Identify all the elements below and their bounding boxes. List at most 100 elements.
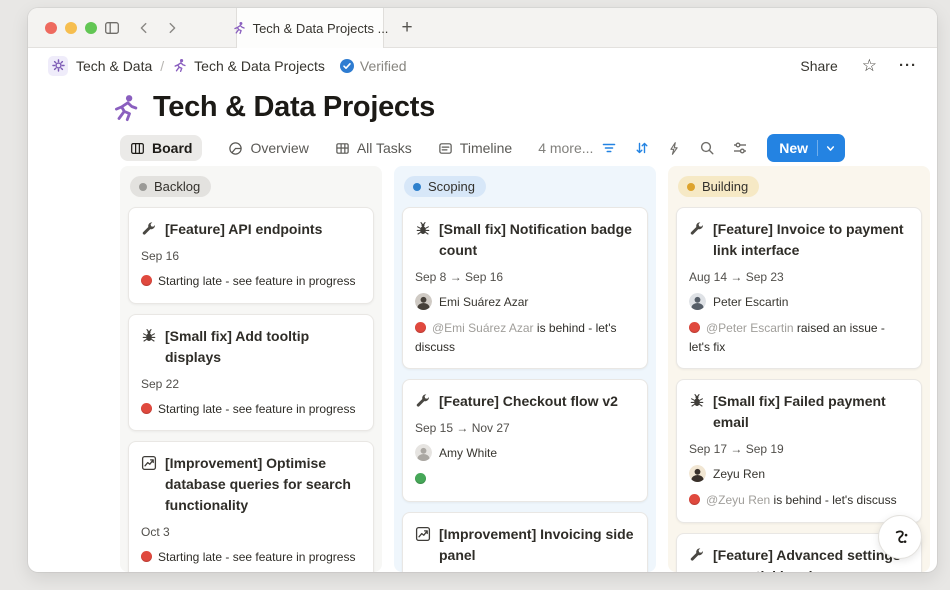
assignee-name: Peter Escartin	[713, 295, 788, 309]
status-dot-icon	[415, 322, 426, 333]
chevron-down-icon[interactable]	[818, 142, 845, 155]
gear-icon[interactable]	[48, 56, 68, 76]
breadcrumb-page[interactable]: Tech & Data Projects	[194, 58, 325, 74]
favorite-star-icon[interactable]: ☆	[862, 57, 877, 74]
breadcrumb-workspace[interactable]: Tech & Data	[76, 58, 152, 74]
search-icon[interactable]	[699, 140, 715, 156]
task-status: @Peter Escartin raised an issue - let's …	[689, 319, 909, 356]
chart-up-icon	[141, 453, 157, 516]
board-column: Scoping [Small fix] Notification badge c…	[394, 166, 656, 572]
task-status: Starting late - see feature in progress	[141, 272, 361, 291]
task-status: Starting late - see feature in progress	[141, 400, 361, 419]
new-button[interactable]: New	[767, 134, 845, 162]
status-mention: @Peter Escartin	[706, 321, 794, 335]
task-title: [Improvement] Optimise database queries …	[165, 453, 361, 516]
assignee-name: Zeyu Ren	[713, 467, 765, 481]
column-status-pill[interactable]: Backlog	[130, 176, 211, 197]
task-card[interactable]: [Improvement] Optimise database queries …	[128, 441, 374, 572]
wrench-icon	[415, 391, 431, 412]
status-dot-icon	[689, 494, 700, 505]
task-card[interactable]: [Small fix] Failed payment email Sep 17 …	[676, 379, 922, 523]
task-dates: Sep 17 → Sep 19	[689, 442, 909, 456]
status-dot-icon	[415, 473, 426, 484]
task-status	[415, 470, 635, 489]
minimize-window-button[interactable]	[65, 22, 77, 34]
assignee-name: Amy White	[439, 446, 497, 460]
close-window-button[interactable]	[45, 22, 57, 34]
verified-badge[interactable]: Verified	[339, 58, 407, 74]
new-tab-button[interactable]: +	[394, 15, 420, 41]
filter-icon[interactable]	[601, 140, 617, 156]
status-dot-icon	[141, 275, 152, 286]
ai-assistant-button[interactable]	[878, 515, 922, 559]
task-card[interactable]: [Small fix] Notification badge count Sep…	[402, 207, 648, 369]
status-dot-icon	[413, 183, 421, 191]
task-status: Starting late - see feature in progress	[141, 548, 361, 567]
lightning-icon[interactable]	[667, 141, 682, 156]
avatar	[689, 293, 706, 310]
column-title: Building	[702, 179, 748, 194]
view-settings-icon[interactable]	[732, 140, 748, 156]
zoom-window-button[interactable]	[85, 22, 97, 34]
task-assignee: Emi Suárez Azar	[415, 293, 635, 310]
browser-chrome: Tech & Data Projects ... +	[28, 8, 937, 48]
task-assignee: Peter Escartin	[689, 293, 909, 310]
task-status: @Zeyu Ren is behind - let's discuss	[689, 491, 909, 510]
status-text: is behind - let's discuss	[770, 493, 896, 507]
task-card[interactable]: [Feature] Checkout flow v2 Sep 15 → Nov …	[402, 379, 648, 502]
tab-overview[interactable]: Overview	[228, 140, 308, 156]
tab-all-tasks[interactable]: All Tasks	[335, 140, 412, 156]
status-text: Starting late - see feature in progress	[158, 550, 355, 564]
status-dot-icon	[139, 183, 147, 191]
app-window: Tech & Data Projects ... + Tech & Data /…	[28, 8, 937, 572]
runner-icon[interactable]	[110, 93, 140, 123]
wrench-icon	[141, 219, 157, 240]
back-icon[interactable]	[136, 20, 152, 36]
verified-label: Verified	[360, 58, 407, 74]
browser-tab[interactable]: Tech & Data Projects ...	[236, 8, 384, 48]
bug-icon	[415, 219, 431, 261]
task-card[interactable]: [Improvement] Invoicing side panel Sep 1…	[402, 512, 648, 572]
tabs-more[interactable]: 4 more...	[538, 140, 593, 156]
runner-icon	[172, 58, 187, 73]
task-title: [Feature] Invoice to payment link interf…	[713, 219, 909, 261]
status-text: Starting late - see feature in progress	[158, 274, 355, 288]
column-status-pill[interactable]: Scoping	[404, 176, 486, 197]
table-icon	[335, 141, 350, 156]
status-dot-icon	[141, 403, 152, 414]
breadcrumb: Tech & Data / Tech & Data Projects Verif…	[28, 48, 937, 83]
task-status: @Emi Suárez Azar is behind - let's discu…	[415, 319, 635, 356]
bug-icon	[141, 326, 157, 368]
status-dot-icon	[689, 322, 700, 333]
view-bar: Board Overview All Tasks Timeline 4 more…	[120, 130, 937, 166]
tab-board[interactable]: Board	[120, 135, 202, 161]
task-title: [Small fix] Failed payment email	[713, 391, 909, 433]
task-card[interactable]: [Feature] Invoice to payment link interf…	[676, 207, 922, 369]
column-title: Backlog	[154, 179, 200, 194]
task-card[interactable]: [Small fix] Add tooltip displays Sep 22 …	[128, 314, 374, 432]
runner-icon	[232, 21, 246, 35]
task-title: [Small fix] Notification badge count	[439, 219, 635, 261]
share-button[interactable]: Share	[800, 58, 837, 74]
task-title: [Improvement] Invoicing side panel	[439, 524, 635, 566]
column-title: Scoping	[428, 179, 475, 194]
page-title: Tech & Data Projects	[153, 91, 435, 124]
tab-title: Tech & Data Projects ...	[253, 21, 389, 36]
page-header: Tech & Data Projects	[110, 91, 435, 124]
board: Backlog [Feature] API endpoints Sep 16 S…	[120, 166, 930, 572]
task-title: [Feature] Checkout flow v2	[439, 391, 618, 412]
task-title: [Small fix] Add tooltip displays	[165, 326, 361, 368]
task-title: [Feature] Advanced settings on partial i…	[713, 545, 909, 572]
task-card[interactable]: [Feature] API endpoints Sep 16 Starting …	[128, 207, 374, 304]
ai-face-icon	[889, 526, 911, 548]
sort-icon[interactable]	[634, 140, 650, 156]
sidebar-toggle-icon[interactable]	[104, 20, 120, 36]
tab-timeline[interactable]: Timeline	[438, 140, 512, 156]
column-status-pill[interactable]: Building	[678, 176, 759, 197]
status-mention: @Zeyu Ren	[706, 493, 770, 507]
wrench-icon	[689, 545, 705, 572]
more-options-icon[interactable]: ···	[899, 57, 917, 74]
task-dates: Sep 15 → Nov 27	[415, 421, 635, 435]
forward-icon[interactable]	[164, 20, 180, 36]
assignee-name: Emi Suárez Azar	[439, 295, 528, 309]
